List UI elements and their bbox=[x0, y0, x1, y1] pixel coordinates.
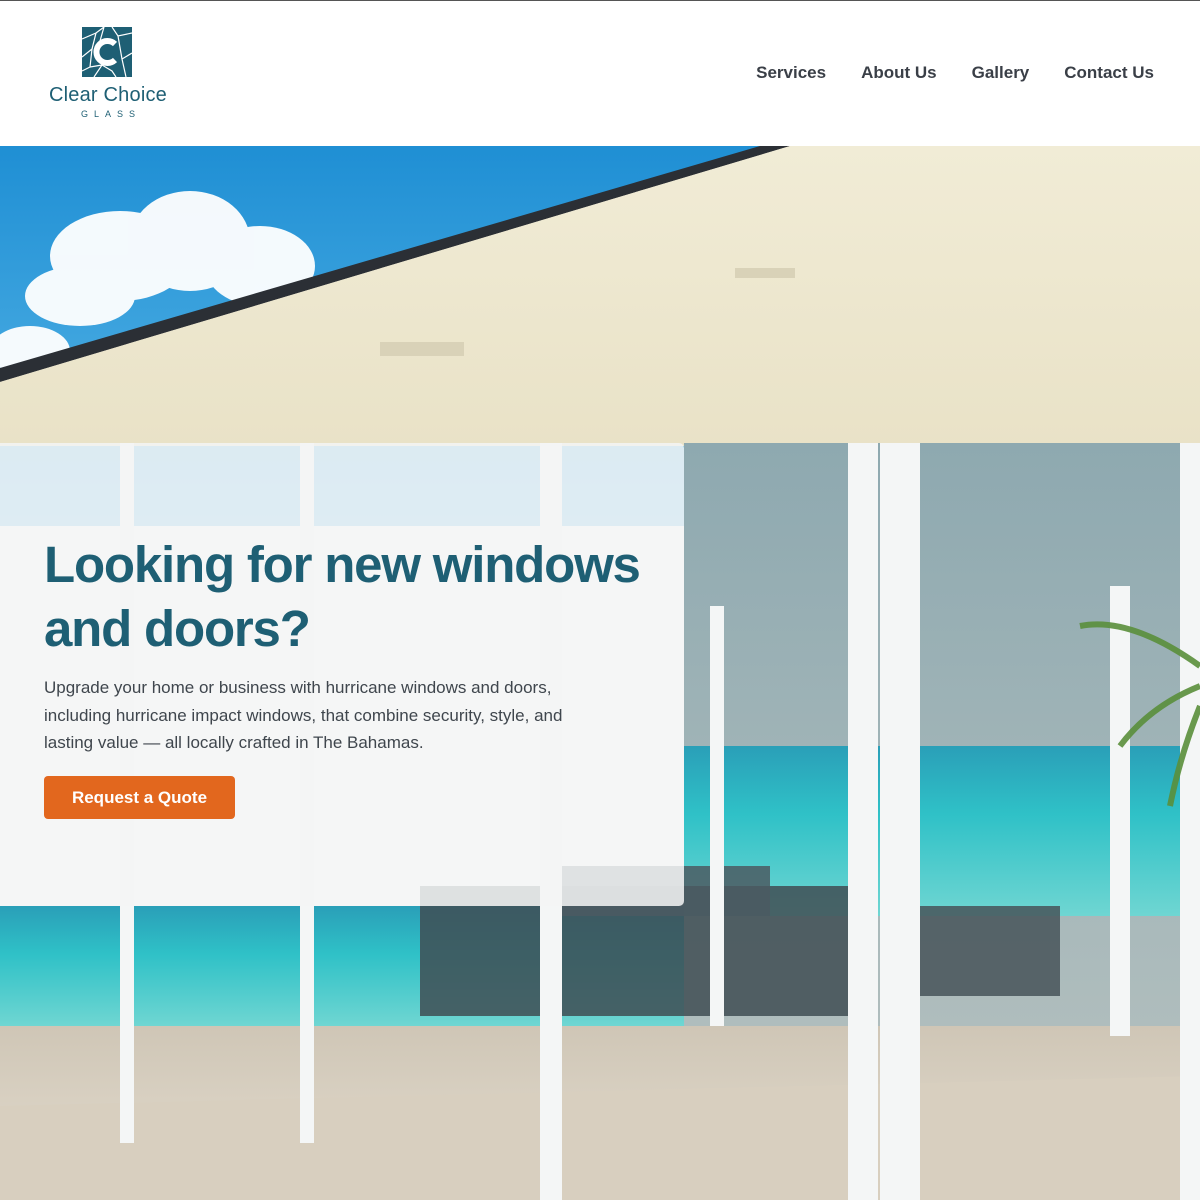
nav-contact-us[interactable]: Contact Us bbox=[1064, 63, 1154, 83]
hero-section: Looking for new windows and doors? Upgra… bbox=[0, 146, 1200, 1200]
site-logo[interactable]: Clear Choice GLASS bbox=[43, 27, 173, 123]
brand-name: Clear Choice bbox=[48, 84, 167, 106]
nav-services[interactable]: Services bbox=[756, 63, 826, 83]
nav-about-us[interactable]: About Us bbox=[861, 63, 937, 83]
stained-glass-logo-icon bbox=[82, 27, 132, 77]
site-header: Clear Choice GLASS Services About Us Gal… bbox=[0, 0, 1200, 146]
brand-tagline: GLASS bbox=[80, 109, 141, 119]
nav-gallery[interactable]: Gallery bbox=[972, 63, 1030, 83]
hero-description: Upgrade your home or business with hurri… bbox=[44, 678, 563, 752]
main-nav: Services About Us Gallery Contact Us bbox=[756, 63, 1154, 83]
request-quote-button[interactable]: Request a Quote bbox=[44, 776, 235, 819]
hero-title: Looking for new windows and doors? bbox=[44, 536, 641, 657]
